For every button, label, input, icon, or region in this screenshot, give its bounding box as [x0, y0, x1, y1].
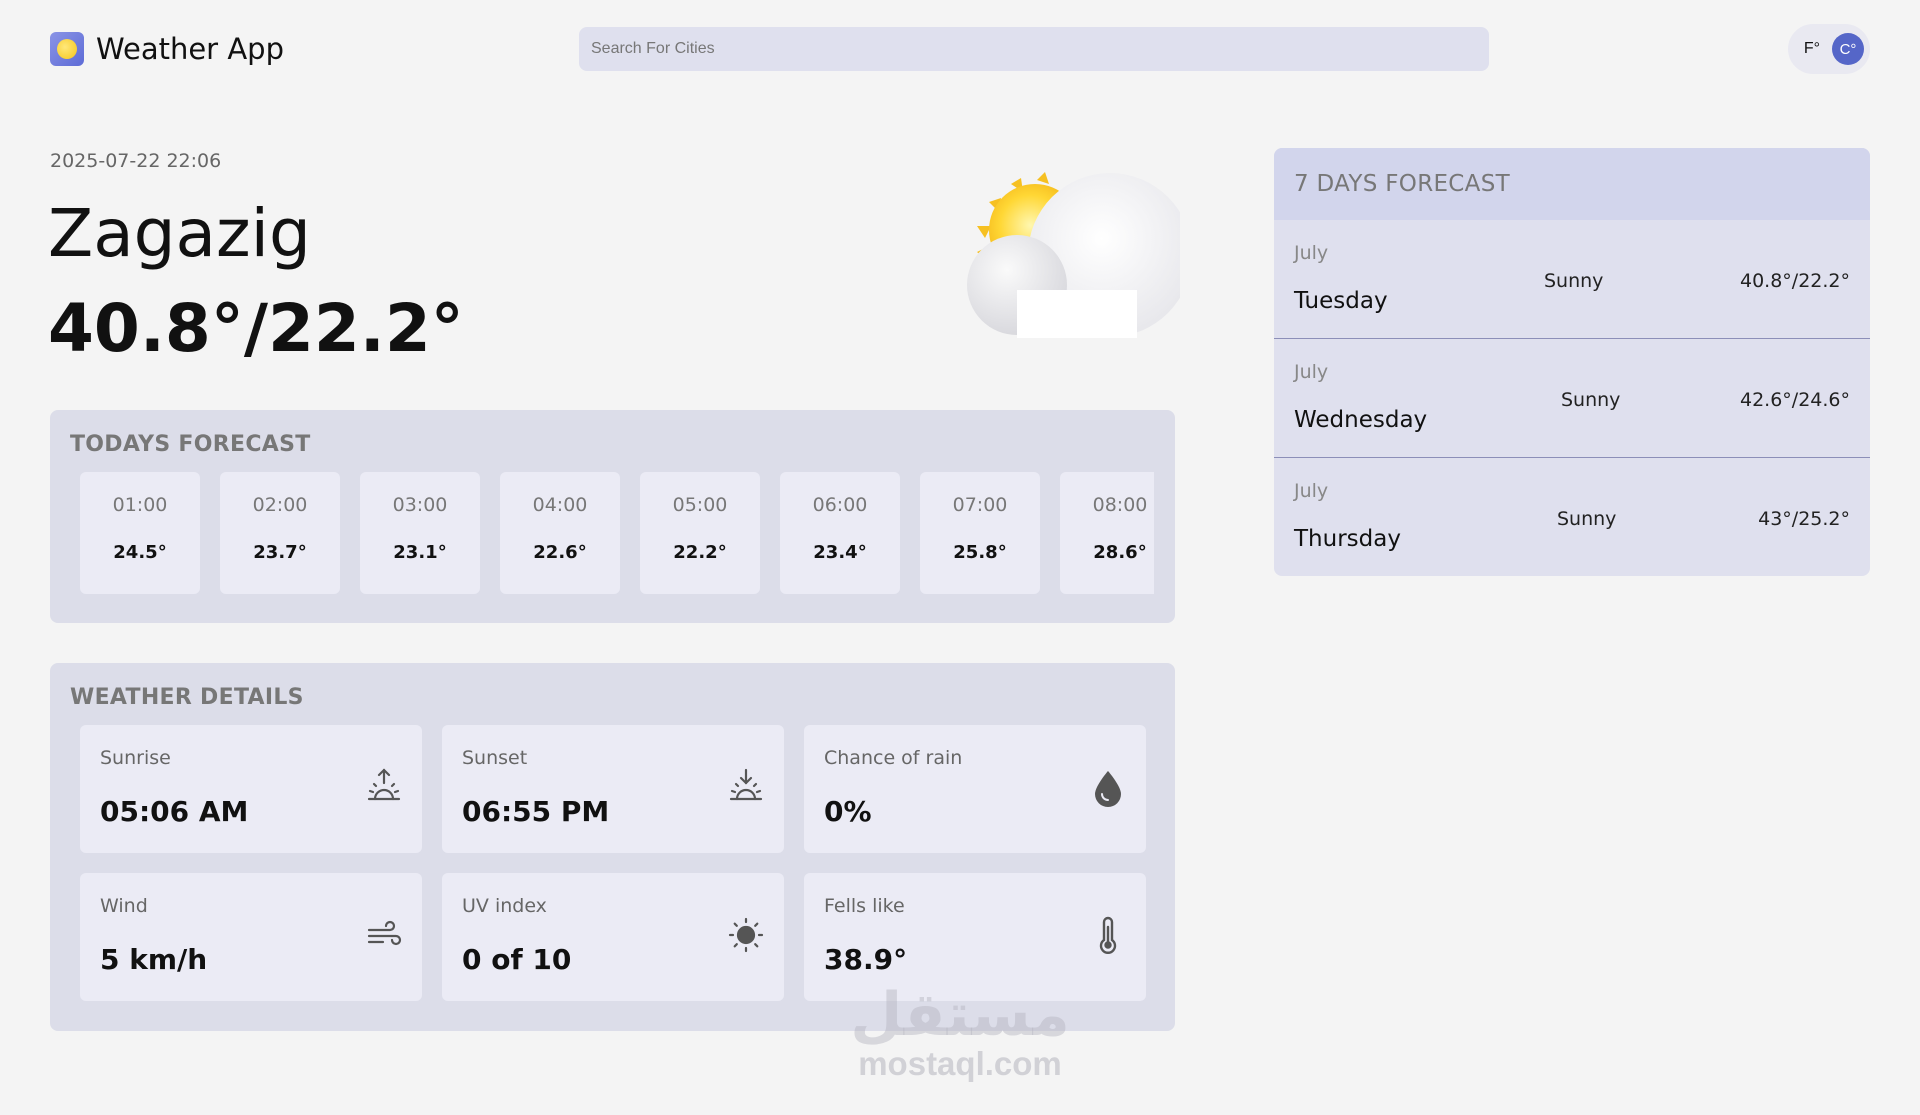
detail-label: Sunset — [462, 747, 528, 769]
day-month: July — [1294, 480, 1329, 502]
city-name: Zagazig — [48, 195, 311, 272]
todays-forecast-panel: TODAYS FORECAST 01:00 24.5° 02:00 23.7° … — [50, 410, 1175, 623]
hour-temp: 23.7° — [253, 542, 307, 563]
app-logo: Weather App — [50, 32, 284, 66]
wind-card: Wind 5 km/h — [80, 873, 422, 1001]
detail-label: UV index — [462, 895, 547, 917]
hour-time: 03:00 — [392, 494, 448, 516]
sunset-card: Sunset 06:55 PM — [442, 725, 784, 853]
detail-value: 0 of 10 — [462, 943, 572, 976]
wind-icon — [367, 920, 402, 946]
hour-card: 08:00 28.6° — [1060, 472, 1154, 594]
day-condition: Sunny — [1544, 270, 1604, 292]
watermark-latin: mostaql.com — [858, 1045, 1062, 1082]
forecast-day-row: July Thursday Sunny 43°/25.2° — [1274, 458, 1870, 576]
detail-value: 38.9° — [824, 943, 908, 976]
day-condition: Sunny — [1561, 389, 1621, 411]
hour-time: 08:00 — [1092, 494, 1148, 516]
hour-card: 01:00 24.5° — [80, 472, 200, 594]
day-month: July — [1294, 242, 1329, 264]
hour-time: 04:00 — [532, 494, 588, 516]
app-title: Weather App — [96, 32, 284, 66]
detail-value: 05:06 AM — [100, 795, 249, 828]
app-header: Weather App F° C° — [0, 0, 1920, 100]
detail-label: Wind — [100, 895, 148, 917]
hour-time: 05:00 — [672, 494, 728, 516]
hour-temp: 22.2° — [673, 542, 727, 563]
hour-time: 02:00 — [252, 494, 308, 516]
weather-details-title: WEATHER DETAILS — [70, 685, 304, 710]
detail-value: 06:55 PM — [462, 795, 610, 828]
hour-temp: 22.6° — [533, 542, 587, 563]
day-name: Tuesday — [1294, 288, 1388, 314]
hour-card: 06:00 23.4° — [780, 472, 900, 594]
weather-logo-icon — [50, 32, 84, 66]
watermark: مستقل mostaql.com — [845, 985, 1075, 1083]
detail-value: 5 km/h — [100, 943, 208, 976]
fahrenheit-option[interactable]: F° — [1804, 40, 1820, 58]
todays-forecast-title: TODAYS FORECAST — [70, 432, 311, 457]
uv-sun-icon — [728, 917, 764, 953]
forecast-day-row: July Tuesday Sunny 40.8°/22.2° — [1274, 220, 1870, 339]
weather-details-panel: WEATHER DETAILS Sunrise 05:06 AM Sunset … — [50, 663, 1175, 1031]
hour-card: 05:00 22.2° — [640, 472, 760, 594]
detail-label: Fells like — [824, 895, 905, 917]
hour-temp: 23.4° — [813, 542, 867, 563]
day-temp: 42.6°/24.6° — [1739, 389, 1850, 411]
thermometer-icon — [1099, 916, 1117, 954]
hour-card: 02:00 23.7° — [220, 472, 340, 594]
current-datetime: 2025-07-22 22:06 — [50, 150, 222, 172]
hour-card: 07:00 25.8° — [920, 472, 1040, 594]
unit-toggle[interactable]: F° C° — [1788, 24, 1870, 74]
detail-label: Chance of rain — [824, 747, 963, 769]
hour-time: 01:00 — [112, 494, 168, 516]
sun-cloud-icon — [967, 172, 1180, 338]
sunrise-icon — [367, 768, 401, 801]
sunrise-card: Sunrise 05:06 AM — [80, 725, 422, 853]
day-temp: 40.8°/22.2° — [1739, 270, 1850, 292]
detail-value: 0% — [824, 795, 872, 828]
day-month: July — [1294, 361, 1329, 383]
hour-card: 03:00 23.1° — [360, 472, 480, 594]
celsius-option[interactable]: C° — [1832, 33, 1864, 65]
uv-index-card: UV index 0 of 10 — [442, 873, 784, 1001]
day-condition: Sunny — [1557, 508, 1617, 530]
current-temp-range: 40.8°/22.2° — [48, 290, 464, 367]
day-name: Thursday — [1294, 526, 1401, 552]
raindrop-icon — [1095, 771, 1121, 807]
city-search-input[interactable] — [579, 27, 1489, 71]
day-name: Wednesday — [1294, 407, 1428, 433]
detail-label: Sunrise — [100, 747, 171, 769]
day-temp: 43°/25.2° — [1758, 508, 1850, 530]
forecast-day-row: July Wednesday Sunny 42.6°/24.6° — [1274, 339, 1870, 458]
seven-days-forecast-title: 7 DAYS FORECAST — [1274, 148, 1870, 220]
chance-of-rain-card: Chance of rain 0% — [804, 725, 1146, 853]
weather-details-grid: Sunrise 05:06 AM Sunset 06:55 PM Chance … — [80, 725, 1146, 1001]
hour-temp: 23.1° — [393, 542, 447, 563]
hour-temp: 28.6° — [1093, 542, 1147, 563]
hour-time: 06:00 — [812, 494, 868, 516]
hour-temp: 25.8° — [953, 542, 1007, 563]
hourly-forecast-list[interactable]: 01:00 24.5° 02:00 23.7° 03:00 23.1° 04:0… — [80, 472, 1154, 596]
sunset-icon — [729, 768, 763, 801]
hour-temp: 24.5° — [113, 542, 167, 563]
hour-time: 07:00 — [952, 494, 1008, 516]
seven-days-forecast-panel: 7 DAYS FORECAST July Tuesday Sunny 40.8°… — [1274, 148, 1870, 576]
watermark-arabic: مستقل — [850, 980, 1070, 1050]
hour-card: 04:00 22.6° — [500, 472, 620, 594]
